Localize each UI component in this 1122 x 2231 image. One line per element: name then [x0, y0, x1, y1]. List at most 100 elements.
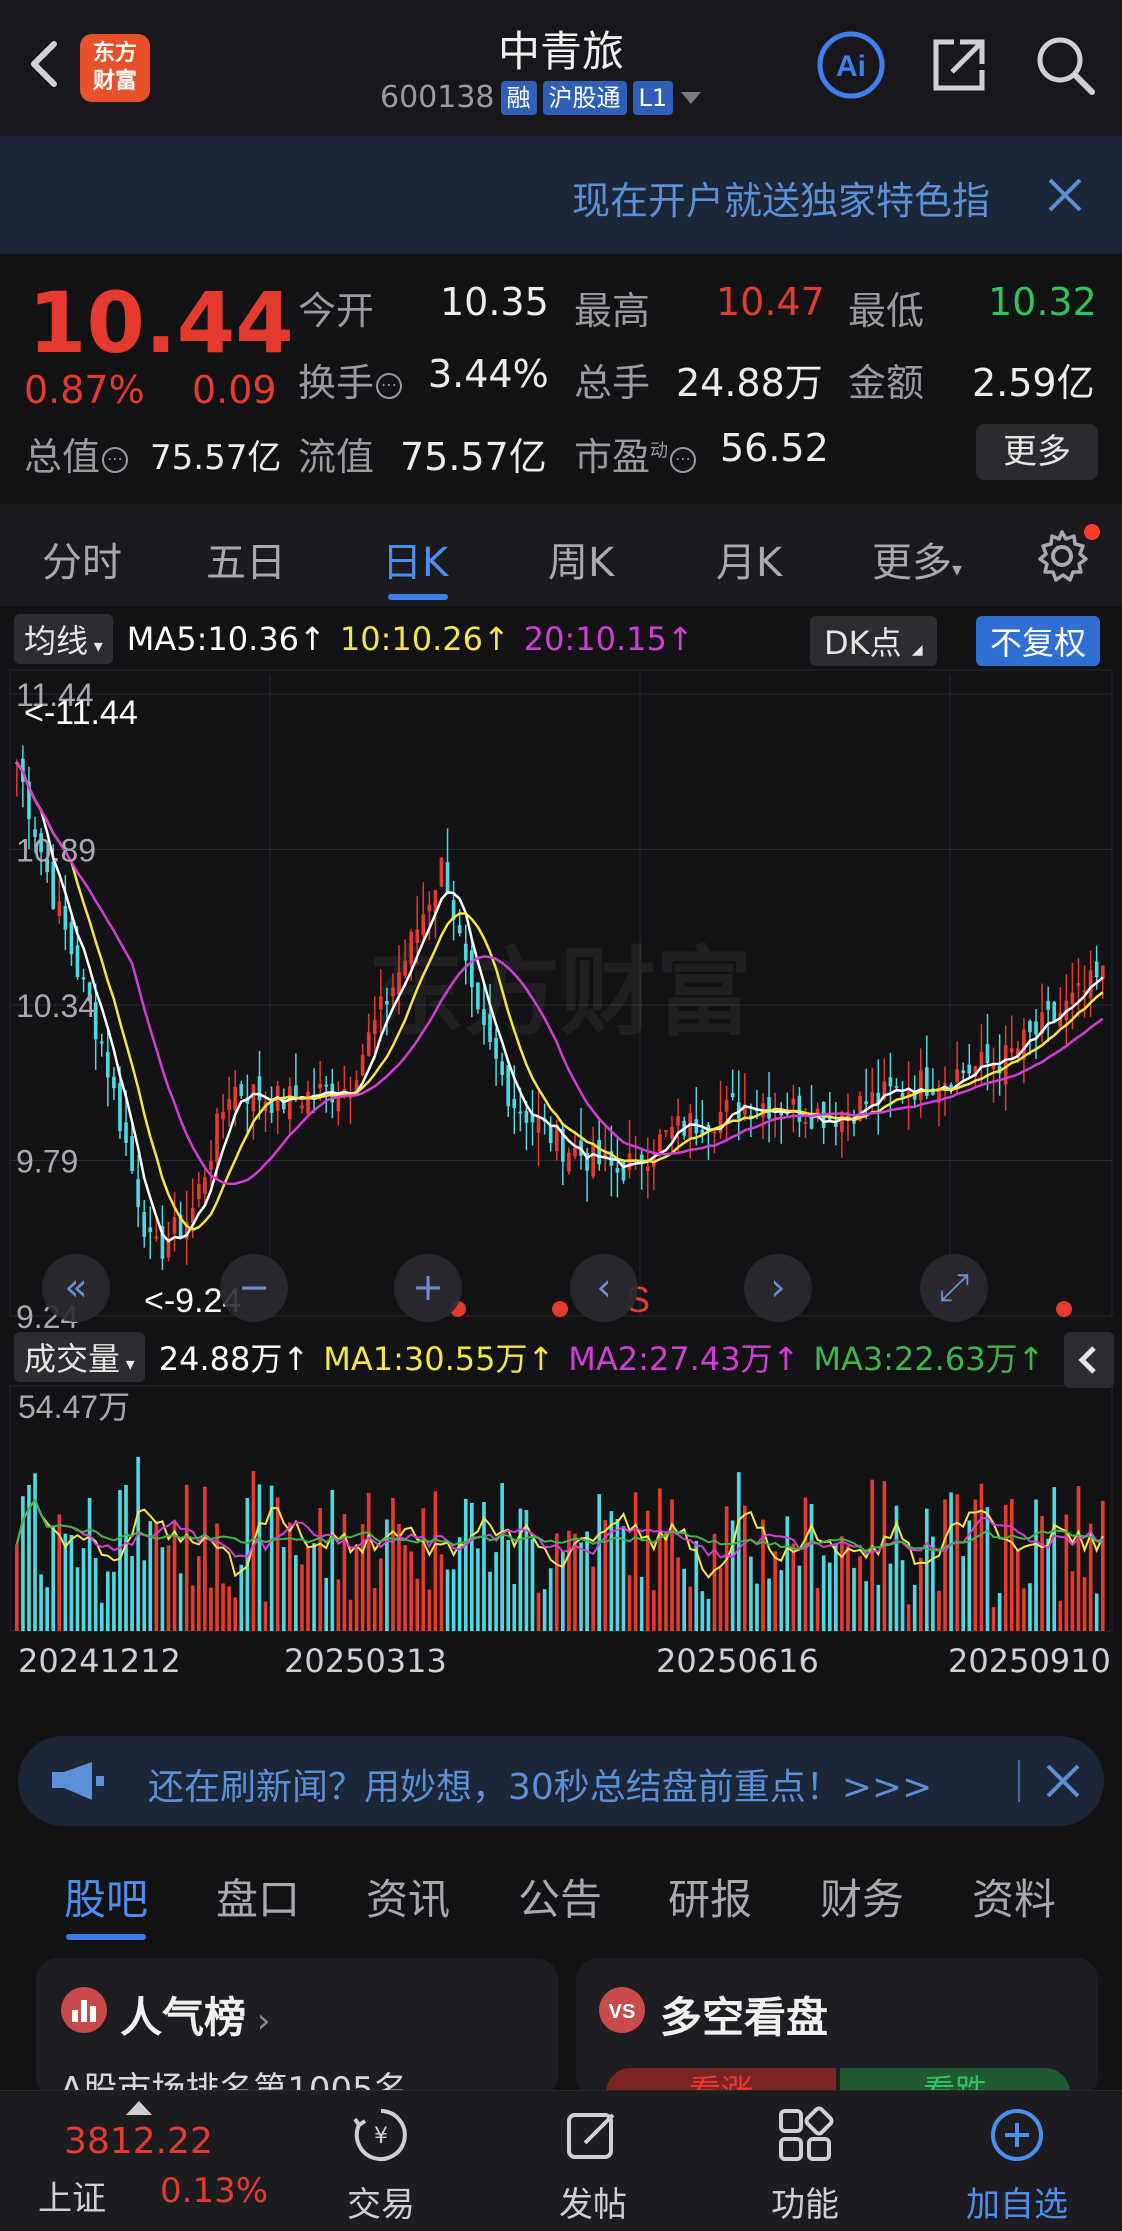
tab-finance[interactable]: 财务: [820, 1866, 904, 1927]
nav-trade[interactable]: ¥ 交易: [306, 2091, 456, 2231]
volume-bar: [336, 1579, 341, 1631]
stock-code: 600138: [380, 80, 495, 115]
nav-add-watchlist[interactable]: 加自选: [942, 2091, 1092, 2231]
tab-announcement[interactable]: 公告: [518, 1866, 602, 1927]
candle-body: [670, 1126, 674, 1139]
prev-icon[interactable]: ‹: [570, 1254, 638, 1322]
zoom-in-icon[interactable]: +: [394, 1254, 462, 1322]
promo-banner[interactable]: 现在开户就送独家特色指: [0, 136, 1122, 254]
candle-body: [227, 1099, 231, 1110]
tab-more[interactable]: 更多▾: [872, 530, 962, 588]
volume-bar: [415, 1578, 420, 1631]
tab-news[interactable]: 资讯: [366, 1866, 450, 1927]
total-cap-label[interactable]: 总值 ⋯: [24, 426, 129, 481]
volume-bar: [1040, 1516, 1044, 1631]
banner-text[interactable]: 现在开户就送独家特色指: [572, 170, 1004, 225]
turnover-label[interactable]: 换手 ⋯: [298, 352, 403, 407]
megaphone-icon: [52, 1762, 104, 1800]
volume-bar: [779, 1570, 784, 1631]
fullscreen-icon[interactable]: ⤢: [920, 1254, 988, 1322]
volume-bar: [615, 1518, 620, 1631]
high-marker: <-11.44: [24, 694, 138, 732]
news-bar[interactable]: 还在刷新闻？用妙想，30秒总结盘前重点！>>>: [18, 1736, 1104, 1826]
volume-bar: [609, 1511, 614, 1631]
kline-svg[interactable]: 东方财富 11.4410.8910.349.799.24<-11.44<-9.2…: [0, 606, 1122, 1716]
volume-bar: [658, 1488, 662, 1631]
candle-body: [482, 1009, 486, 1025]
volume-bar: [639, 1576, 644, 1631]
candle-body: [130, 1136, 134, 1171]
tab-five-day[interactable]: 五日: [206, 530, 286, 588]
chevron-down-icon[interactable]: [679, 88, 703, 108]
news-text[interactable]: 还在刷新闻？用妙想，30秒总结盘前重点！>>>: [148, 1758, 932, 1810]
volume-bar: [124, 1484, 128, 1631]
collapse-arrow-icon[interactable]: [1064, 1332, 1114, 1388]
volume-value: 24.88万: [676, 361, 823, 405]
tab-intraday[interactable]: 分时: [42, 530, 122, 588]
next-icon[interactable]: ›: [744, 1254, 812, 1322]
candle-body: [985, 1044, 990, 1064]
scroll-left-icon[interactable]: «: [42, 1254, 110, 1322]
volume-select[interactable]: 成交量 ▾: [14, 1332, 145, 1382]
add-circle-icon: [991, 2109, 1043, 2161]
volume-bar: [991, 1607, 996, 1631]
search-icon[interactable]: [1030, 30, 1100, 100]
volume-bar: [130, 1556, 134, 1631]
candle-body: [385, 1000, 389, 1005]
volume-bar: [949, 1492, 953, 1631]
volume-bar: [354, 1544, 359, 1631]
ai-icon[interactable]: Ai: [816, 30, 886, 100]
kline-chart-area[interactable]: 均线 ▾ MA5:10.36↑ 10:10.26↑ 20:10.15↑ DK点 …: [0, 606, 1122, 1722]
signal-dot: [552, 1301, 568, 1317]
tab-research[interactable]: 研报: [668, 1866, 752, 1927]
volume-bar: [275, 1497, 280, 1631]
tab-guba[interactable]: 股吧: [64, 1866, 148, 1927]
float-cap-label: 流值: [298, 435, 375, 479]
nav-functions[interactable]: 功能: [730, 2091, 880, 2231]
tab-daily-k[interactable]: 日K: [382, 530, 448, 588]
popularity-card[interactable]: 人气榜 › A股市场排名第1005名: [36, 1958, 558, 2098]
y-axis-label: 9.79: [16, 1144, 78, 1180]
ranking-icon: [61, 1987, 107, 2033]
volume-bar: [840, 1536, 844, 1631]
volume-bar: [342, 1514, 347, 1631]
zoom-out-icon[interactable]: −: [220, 1254, 288, 1322]
index-value[interactable]: 3812.22: [64, 2121, 213, 2162]
index-change[interactable]: 0.13%: [160, 2171, 268, 2211]
float-cap-value: 75.57亿: [400, 435, 547, 479]
pe-label[interactable]: 市盈动 ⋯: [574, 426, 697, 481]
volume-bar: [791, 1543, 796, 1631]
info-icon[interactable]: ⋯: [102, 446, 129, 473]
info-icon[interactable]: ⋯: [376, 372, 403, 399]
quote-panel: 10.44 0.87% 0.09 今开 10.35 最高 10.47 最低 10…: [0, 254, 1122, 504]
volume-bar: [93, 1557, 98, 1631]
signal-dot: [1056, 1301, 1072, 1317]
volume-bar: [81, 1548, 86, 1631]
candle-body: [463, 943, 468, 961]
close-icon[interactable]: [1040, 1758, 1086, 1804]
more-button[interactable]: 更多: [976, 424, 1098, 480]
nav-post[interactable]: 发帖: [518, 2091, 668, 2231]
tab-monthly-k[interactable]: 月K: [716, 530, 782, 588]
bull-bear-card[interactable]: VS 多空看盘 看涨 看跌: [576, 1958, 1098, 2098]
tab-profile[interactable]: 资料: [972, 1866, 1056, 1927]
info-icon[interactable]: ⋯: [670, 446, 697, 473]
volume-bar: [542, 1589, 547, 1631]
index-name[interactable]: 上证: [38, 2171, 106, 2220]
volume-bar: [463, 1498, 468, 1631]
volume-bar: [360, 1524, 365, 1631]
candle-body: [166, 1241, 171, 1258]
candle-body: [664, 1130, 668, 1133]
candle-body: [221, 1111, 225, 1120]
card-title: 人气榜 ›: [120, 1993, 271, 2042]
gear-icon[interactable]: [1032, 526, 1092, 586]
card-title: 多空看盘: [660, 1993, 829, 2042]
volume-bar: [912, 1584, 917, 1631]
candle-body: [500, 1061, 504, 1076]
volume-bar: [767, 1578, 771, 1631]
tab-weekly-k[interactable]: 周K: [548, 530, 614, 588]
volume-bar: [348, 1599, 353, 1631]
close-icon[interactable]: [1040, 170, 1090, 220]
tab-pankou[interactable]: 盘口: [216, 1866, 300, 1927]
share-icon[interactable]: [924, 30, 994, 100]
